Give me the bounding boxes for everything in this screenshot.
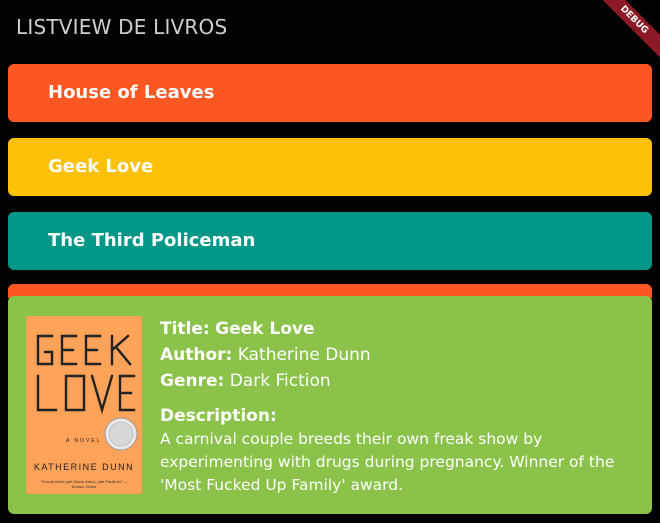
- book-tile-title: Geek Love: [48, 156, 154, 177]
- title-label: Title:: [160, 319, 210, 339]
- book-info: Title: Geek Love Author: Katherine Dunn …: [160, 316, 640, 497]
- genre-label: Genre:: [160, 371, 225, 391]
- book-tile-geek-love[interactable]: Geek Love: [8, 138, 652, 196]
- title-row: Title: Geek Love: [160, 316, 640, 342]
- author-value: Katherine Dunn: [237, 345, 371, 365]
- cover-blurb-text: "A book that's part Diane Arbus, part Fa…: [40, 479, 128, 489]
- cover-novel-text: A NOVEL: [66, 438, 102, 444]
- genre-row: Genre: Dark Fiction: [160, 368, 640, 394]
- app-bar: LISTVIEW DE LIVROS: [0, 0, 660, 56]
- book-tile-title: House of Leaves: [48, 82, 215, 103]
- book-tile-the-third-policeman[interactable]: The Third Policeman: [8, 212, 652, 270]
- author-row: Author: Katherine Dunn: [160, 342, 640, 368]
- cover-author-text: KATHERINE DUNN: [33, 462, 135, 472]
- book-tile-house-of-leaves[interactable]: House of Leaves: [8, 64, 652, 122]
- book-tile-title: The Third Policeman: [48, 230, 256, 251]
- description-label: Description:: [160, 406, 277, 426]
- title-value: Geek Love: [215, 319, 315, 339]
- app-bar-title: LISTVIEW DE LIVROS: [16, 15, 228, 39]
- book-detail-card: A NOVEL KATHERINE DUNN "A book that's pa…: [8, 296, 652, 514]
- genre-value: Dark Fiction: [229, 371, 331, 391]
- author-label: Author:: [160, 345, 233, 365]
- description-text: A carnival couple breeds their own freak…: [160, 430, 615, 494]
- book-cover-image: A NOVEL KATHERINE DUNN "A book that's pa…: [26, 316, 142, 494]
